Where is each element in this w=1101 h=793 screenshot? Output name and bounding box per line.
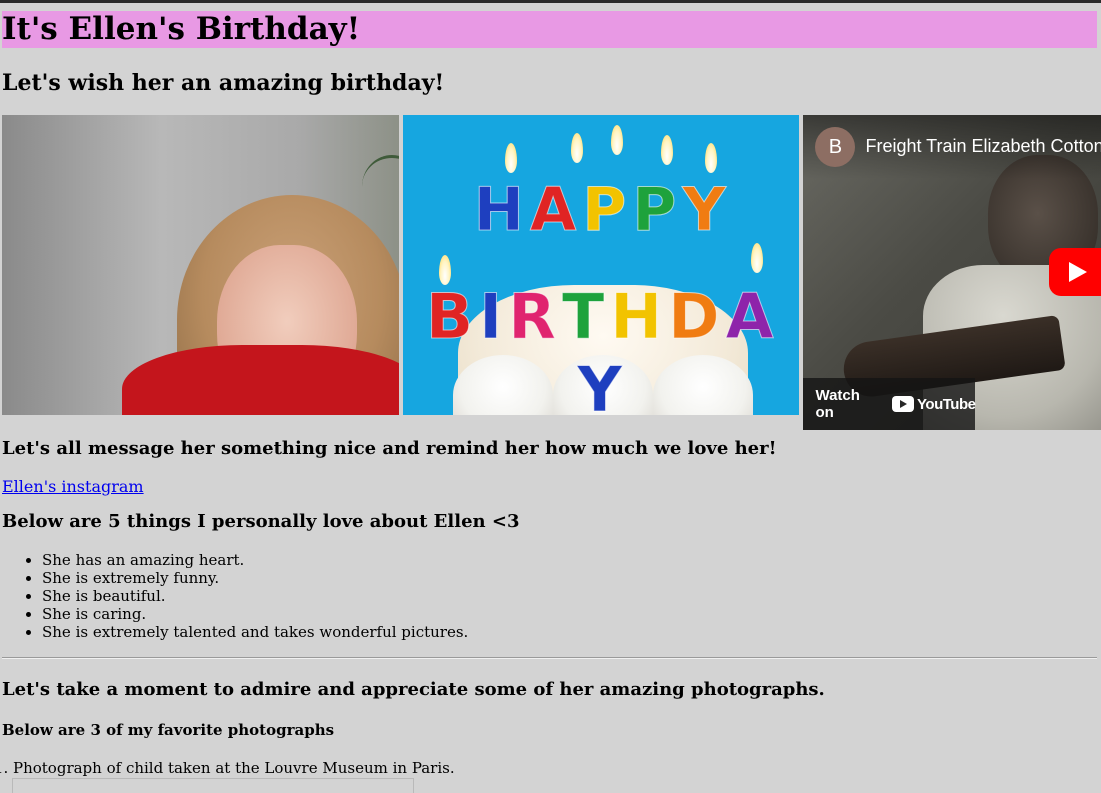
candle-letter: Y [577,353,629,416]
page-subtitle: Let's wish her an amazing birthday! [2,70,445,96]
youtube-logo: YouTube [892,395,976,413]
candle-letter: Y [682,175,732,246]
love-list: She has an amazing heart. She is extreme… [2,551,1101,641]
page-title: It's Ellen's Birthday! [2,11,1097,48]
list-item: She is caring. [42,605,1101,623]
candle-flame [750,243,763,273]
video-title-link[interactable]: Freight Train Elizabeth Cotton [865,136,1101,157]
youtube-video-embed[interactable]: B Freight Train Elizabeth Cotton Watch o… [803,115,1101,430]
ellen-portrait-image [2,115,399,415]
favorites-heading: Below are 3 of my favorite photographs [2,721,335,739]
candle-letter: B [425,280,480,354]
youtube-wordmark: YouTube [917,395,976,413]
love-heading: Below are 5 things I personally love abo… [2,511,520,532]
divider [2,657,1097,659]
portrait-red-sweater [122,345,399,415]
page-content: It's Ellen's Birthday! Let's wish her an… [0,11,1101,793]
admire-heading: Let's take a moment to admire and apprec… [2,679,825,700]
photo-list: Photograph of child taken at the Louvre … [2,759,1101,777]
candle-letter: T [561,280,611,354]
candle-letter: A [725,280,780,354]
candle-letter: D [668,280,726,354]
candle-letter: P [582,175,633,246]
list-item: She is beautiful. [42,587,1101,605]
instagram-link[interactable]: Ellen's instagram [2,477,144,496]
play-button-icon[interactable] [1049,248,1101,296]
candle-flame [610,125,623,155]
candle-letter: I [479,280,509,354]
broken-photo-image [12,778,414,793]
candle-letter: H [473,175,530,246]
watch-on-label: Watch on [815,387,860,421]
candle-flame [660,135,673,165]
candle-flame [570,133,583,163]
list-item: She has an amazing heart. [42,551,1101,569]
list-item: She is extremely talented and takes wond… [42,623,1101,641]
candle-letter: H [610,280,669,354]
list-item: Photograph of child taken at the Louvre … [13,759,1101,777]
media-row: HAPPY BIRTHDAY B Freight Train Elizabeth… [2,115,1101,430]
candle-flame [704,143,717,173]
cake-candles-birthday: BIRTHDA Y [403,280,800,416]
candle-letter: P [632,175,683,246]
candle-flame [438,255,451,285]
birthday-cake-image: HAPPY BIRTHDAY [402,115,800,416]
list-item: She is extremely funny. [42,569,1101,587]
message-heading: Let's all message her something nice and… [2,438,777,459]
cake-candles-happy: HAPPY [403,175,800,246]
candle-letter: R [508,280,562,354]
watch-on-youtube-button[interactable]: Watch on YouTube [803,378,976,430]
candle-letter: A [529,175,583,246]
youtube-play-icon [892,396,915,412]
top-border [0,0,1101,3]
candle-flame [504,143,517,173]
plant-leaf [362,155,399,218]
